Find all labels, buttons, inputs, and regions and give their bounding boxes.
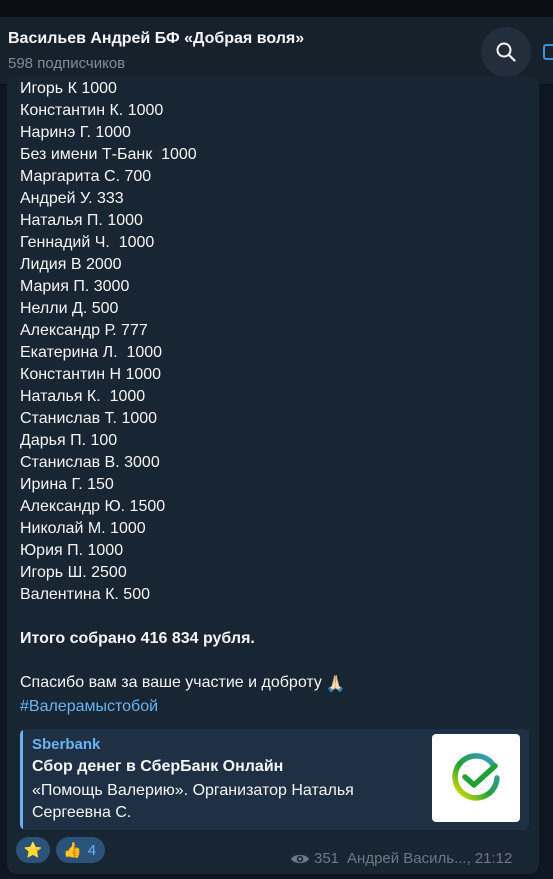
donor-line: Наталья К. 1000: [20, 388, 146, 405]
eye-icon: [291, 854, 309, 863]
donor-line: Юрия П. 1000: [20, 542, 124, 559]
star-icon: ⭐: [23, 842, 43, 859]
donor-line: Геннадий Ч. 1000: [20, 234, 155, 251]
chat-header[interactable]: Васильев Андрей БФ «Добрая воля» 598 под…: [0, 17, 553, 85]
side-panel-icon[interactable]: [543, 44, 553, 60]
reaction-thumbs-up[interactable]: 👍 4: [56, 837, 105, 863]
donor-line: Николай М. 1000: [20, 520, 146, 537]
donor-line: Дарья П. 100: [20, 432, 118, 449]
donor-list: Игорь К 1000 Константин К. 1000 Наринэ Г. …: [20, 78, 520, 606]
message-text: Игорь К 1000 Константин К. 1000 Наринэ Г. …: [20, 78, 520, 718]
post-author: Андрей Василь...,: [347, 850, 471, 867]
reaction-count: 4: [87, 841, 97, 859]
link-preview[interactable]: Sberbank Сбор денег в СберБанк Онлайн «П…: [20, 729, 529, 830]
post-time: 21:12: [474, 850, 513, 867]
total-line: Итого собрано 416 834 рубля.: [20, 630, 255, 647]
preview-site-name: Sberbank: [32, 736, 101, 753]
donor-line: Станислав Т. 1000: [20, 410, 158, 427]
pray-emoji-icon: 🙏🏻: [325, 676, 346, 693]
reaction-star[interactable]: ⭐: [16, 837, 50, 863]
thumbs-up-icon: 👍: [63, 842, 82, 859]
donor-line: Валентина К. 500: [20, 586, 150, 603]
donor-line: Александр Р. 777: [20, 322, 148, 339]
donor-line: Игорь Ш. 2500: [20, 564, 127, 581]
preview-description: «Помощь Валерию». Организатор Наталья Се…: [32, 782, 354, 821]
donor-line: Константин К. 1000: [20, 102, 164, 119]
donor-line: Мария П. 3000: [20, 278, 130, 295]
message-meta: 351 Андрей Василь..., 21:12: [290, 850, 512, 867]
donor-line: Лидия В 2000: [20, 256, 122, 273]
donor-line: Станислав В. 3000: [20, 454, 160, 471]
donor-line: Наталья П. 1000: [20, 212, 143, 229]
sberbank-logo-icon: [452, 753, 500, 801]
donor-line: Александр Ю. 1500: [20, 498, 166, 515]
donor-line: Маргарита С. 700: [20, 168, 152, 185]
donor-line: Игорь К 1000: [20, 80, 117, 97]
search-icon: [496, 42, 516, 62]
view-count: 351: [314, 850, 340, 867]
hashtag-link[interactable]: #Валерамыстобой: [20, 696, 520, 718]
donor-line: Наринэ Г. 1000: [20, 124, 131, 141]
donor-line: Андрей У. 333: [20, 190, 124, 207]
preview-title: Сбор денег в СберБанк Онлайн: [32, 758, 284, 775]
search-button[interactable]: [481, 27, 531, 77]
donor-line: Константин Н 1000: [20, 366, 162, 383]
donor-line: Екатерина Л. 1000: [20, 344, 163, 361]
preview-accent-bar: [20, 729, 23, 830]
thanks-line: Спасибо вам за ваше участие и доброту 🙏🏻: [20, 672, 520, 696]
thanks-text: Спасибо вам за ваше участие и доброту: [20, 674, 322, 691]
channel-title[interactable]: Васильев Андрей БФ «Добрая воля»: [8, 30, 304, 48]
donor-line: Ирина Г. 150: [20, 476, 114, 493]
subscriber-count: 598 подписчиков: [8, 55, 126, 72]
preview-thumbnail[interactable]: [432, 734, 520, 822]
window-top-strip: [0, 0, 553, 17]
donor-line: Без имени Т-Банк 1000: [20, 146, 197, 163]
donor-line: Нелли Д. 500: [20, 300, 119, 317]
